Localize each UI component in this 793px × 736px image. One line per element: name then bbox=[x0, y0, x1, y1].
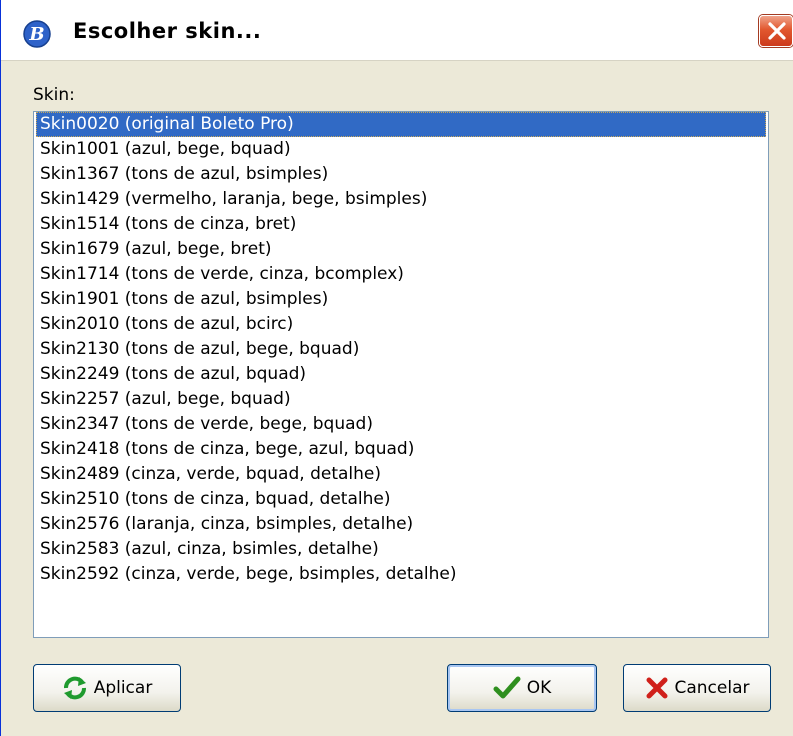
skin-list-item[interactable]: Skin2418 (tons de cinza, bege, azul, bqu… bbox=[36, 437, 766, 462]
title-bar[interactable]: B Escolher skin... bbox=[1, 0, 793, 61]
skin-list-item[interactable]: Skin1901 (tons de azul, bsimples) bbox=[36, 287, 766, 312]
skin-list-item[interactable]: Skin1679 (azul, bege, bret) bbox=[36, 237, 766, 262]
skin-list-item[interactable]: Skin2010 (tons de azul, bcirc) bbox=[36, 312, 766, 337]
skin-label: Skin: bbox=[33, 85, 75, 105]
window-title: Escolher skin... bbox=[73, 19, 262, 43]
skin-list-item[interactable]: Skin1367 (tons de azul, bsimples) bbox=[36, 162, 766, 187]
skin-list-item[interactable]: Skin2583 (azul, cinza, bsimles, detalhe) bbox=[36, 537, 766, 562]
skin-list-item[interactable]: Skin2249 (tons de azul, bquad) bbox=[36, 362, 766, 387]
apply-button[interactable]: Aplicar bbox=[33, 664, 181, 712]
skin-list-item[interactable]: Skin1001 (azul, bege, bquad) bbox=[36, 137, 766, 162]
skin-list-item[interactable]: Skin2257 (azul, bege, bquad) bbox=[36, 387, 766, 412]
ok-label: OK bbox=[526, 678, 552, 698]
refresh-icon bbox=[62, 675, 88, 701]
skin-list-item[interactable]: Skin1714 (tons de verde, cinza, bcomplex… bbox=[36, 262, 766, 287]
skin-list-item[interactable]: Skin2592 (cinza, verde, bege, bsimples, … bbox=[36, 562, 766, 587]
skin-list-item[interactable]: Skin2489 (cinza, verde, bquad, detalhe) bbox=[36, 462, 766, 487]
skin-listbox[interactable]: Skin0020 (original Boleto Pro) Skin1001 (… bbox=[33, 111, 769, 638]
skin-list-item[interactable]: Skin2576 (laranja, cinza, bsimples, deta… bbox=[36, 512, 766, 537]
x-icon bbox=[645, 676, 669, 700]
svg-text:B: B bbox=[28, 24, 44, 45]
apply-label: Aplicar bbox=[93, 678, 153, 698]
cancel-button[interactable]: Cancelar bbox=[623, 664, 771, 712]
close-button[interactable] bbox=[759, 15, 793, 47]
ok-button[interactable]: OK bbox=[447, 664, 597, 712]
cancel-label: Cancelar bbox=[674, 678, 750, 698]
checkmark-icon bbox=[493, 676, 521, 700]
close-icon bbox=[768, 22, 786, 40]
skin-list-item[interactable]: Skin0020 (original Boleto Pro) bbox=[36, 112, 766, 137]
skin-list-item[interactable]: Skin1514 (tons de cinza, bret) bbox=[36, 212, 766, 237]
skin-list-item[interactable]: Skin2347 (tons de verde, bege, bquad) bbox=[36, 412, 766, 437]
skin-list-item[interactable]: Skin2130 (tons de azul, bege, bquad) bbox=[36, 337, 766, 362]
dialog-window: B Escolher skin... Skin: Skin0020 (origi… bbox=[0, 0, 793, 736]
skin-list-item[interactable]: Skin1429 (vermelho, laranja, bege, bsimp… bbox=[36, 187, 766, 212]
b-logo-icon: B bbox=[23, 20, 51, 48]
skin-list-item[interactable]: Skin2510 (tons de cinza, bquad, detalhe) bbox=[36, 487, 766, 512]
